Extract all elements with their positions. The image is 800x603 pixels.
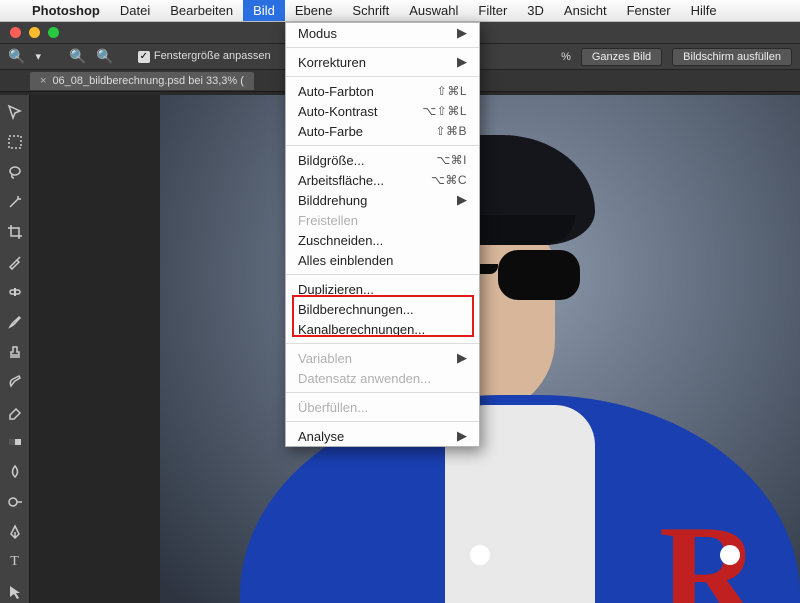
- lasso-tool-icon[interactable]: [4, 161, 26, 183]
- fullscreen-window-button[interactable]: [48, 27, 59, 38]
- document-tab-label: 06_08_bildberechnung.psd bei 33,3% (: [52, 75, 243, 87]
- eraser-tool-icon[interactable]: [4, 401, 26, 423]
- menu-bilddrehung[interactable]: Bilddrehung▶: [286, 190, 479, 210]
- document-image: R: [160, 95, 800, 603]
- gradient-tool-icon[interactable]: [4, 431, 26, 453]
- menu-bearbeiten[interactable]: Bearbeiten: [160, 0, 243, 21]
- close-tab-icon[interactable]: ×: [40, 75, 46, 87]
- close-window-button[interactable]: [10, 27, 21, 38]
- menu-auswahl[interactable]: Auswahl: [399, 0, 468, 21]
- move-tool-icon[interactable]: [4, 101, 26, 123]
- blur-tool-icon[interactable]: [4, 461, 26, 483]
- menu-bildberechnungen[interactable]: Bildberechnungen...: [286, 299, 479, 319]
- menu-analyse[interactable]: Analyse▶: [286, 426, 479, 446]
- menu-bild[interactable]: Bild: [243, 0, 285, 21]
- menu-auto-farbe[interactable]: Auto-Farbe⇧⌘B: [286, 121, 479, 141]
- menu-datei[interactable]: Datei: [110, 0, 160, 21]
- document-tab[interactable]: × 06_08_bildberechnung.psd bei 33,3% (: [30, 72, 254, 90]
- wand-tool-icon[interactable]: [4, 191, 26, 213]
- menu-korrekturen[interactable]: Korrekturen▶: [286, 52, 479, 72]
- eyedropper-tool-icon[interactable]: [4, 251, 26, 273]
- menu-arbeitsflaeche[interactable]: Arbeitsfläche...⌥⌘C: [286, 170, 479, 190]
- tools-panel: T: [0, 95, 30, 603]
- menu-filter[interactable]: Filter: [468, 0, 517, 21]
- zoom-in-icon[interactable]: 🔍: [69, 48, 86, 65]
- menu-ueberfuellen: Überfüllen...: [286, 397, 479, 417]
- brush-tool-icon[interactable]: [4, 311, 26, 333]
- heal-tool-icon[interactable]: [4, 281, 26, 303]
- menu-duplizieren[interactable]: Duplizieren...: [286, 279, 479, 299]
- menu-ebene[interactable]: Ebene: [285, 0, 343, 21]
- submenu-arrow-icon: ▶: [457, 192, 467, 208]
- menu-freistellen: Freistellen: [286, 210, 479, 230]
- window-controls: [0, 27, 69, 38]
- stamp-tool-icon[interactable]: [4, 341, 26, 363]
- menu-3d[interactable]: 3D: [517, 0, 554, 21]
- dodge-tool-icon[interactable]: [4, 491, 26, 513]
- marquee-tool-icon[interactable]: [4, 131, 26, 153]
- menu-kanalberechnungen[interactable]: Kanalberechnungen...: [286, 319, 479, 339]
- minimize-window-button[interactable]: [29, 27, 40, 38]
- submenu-arrow-icon: ▶: [457, 428, 467, 444]
- type-tool-icon[interactable]: T: [4, 551, 26, 573]
- chevron-down-icon[interactable]: ▾: [35, 50, 41, 63]
- zoom-out-icon[interactable]: 🔍: [96, 48, 113, 65]
- whole-image-button[interactable]: Ganzes Bild: [581, 48, 662, 66]
- crop-tool-icon[interactable]: [4, 221, 26, 243]
- submenu-arrow-icon: ▶: [457, 54, 467, 70]
- menu-hilfe[interactable]: Hilfe: [681, 0, 727, 21]
- fill-screen-button[interactable]: Bildschirm ausfüllen: [672, 48, 792, 66]
- fit-checkbox-label: Fenstergröße anpassen: [154, 50, 271, 62]
- macos-menubar: Photoshop Datei Bearbeiten Bild Ebene Sc…: [0, 0, 800, 22]
- menu-auto-kontrast[interactable]: Auto-Kontrast⌥⇧⌘L: [286, 101, 479, 121]
- menu-alles-einblenden[interactable]: Alles einblenden: [286, 250, 479, 270]
- menu-zuschneiden[interactable]: Zuschneiden...: [286, 230, 479, 250]
- menu-bildgroesse[interactable]: Bildgröße...⌥⌘I: [286, 150, 479, 170]
- history-brush-icon[interactable]: [4, 371, 26, 393]
- submenu-arrow-icon: ▶: [457, 25, 467, 41]
- app-name[interactable]: Photoshop: [22, 3, 110, 18]
- menu-schrift[interactable]: Schrift: [342, 0, 399, 21]
- zoom-tool-icon[interactable]: 🔍: [8, 48, 25, 65]
- menu-variablen: Variablen▶: [286, 348, 479, 368]
- menu-modus[interactable]: Modus▶: [286, 23, 479, 43]
- bild-dropdown-menu: Modus▶ Korrekturen▶ Auto-Farbton⇧⌘L Auto…: [285, 22, 480, 447]
- menu-fenster[interactable]: Fenster: [617, 0, 681, 21]
- menu-datensatz: Datensatz anwenden...: [286, 368, 479, 388]
- menu-auto-farbton[interactable]: Auto-Farbton⇧⌘L: [286, 81, 479, 101]
- pen-tool-icon[interactable]: [4, 521, 26, 543]
- menu-ansicht[interactable]: Ansicht: [554, 0, 617, 21]
- jacket-letter: R: [659, 494, 760, 603]
- pct-fragment: %: [561, 51, 571, 63]
- submenu-arrow-icon: ▶: [457, 350, 467, 366]
- fit-checkbox[interactable]: ✓Fenstergröße anpassen: [138, 50, 271, 63]
